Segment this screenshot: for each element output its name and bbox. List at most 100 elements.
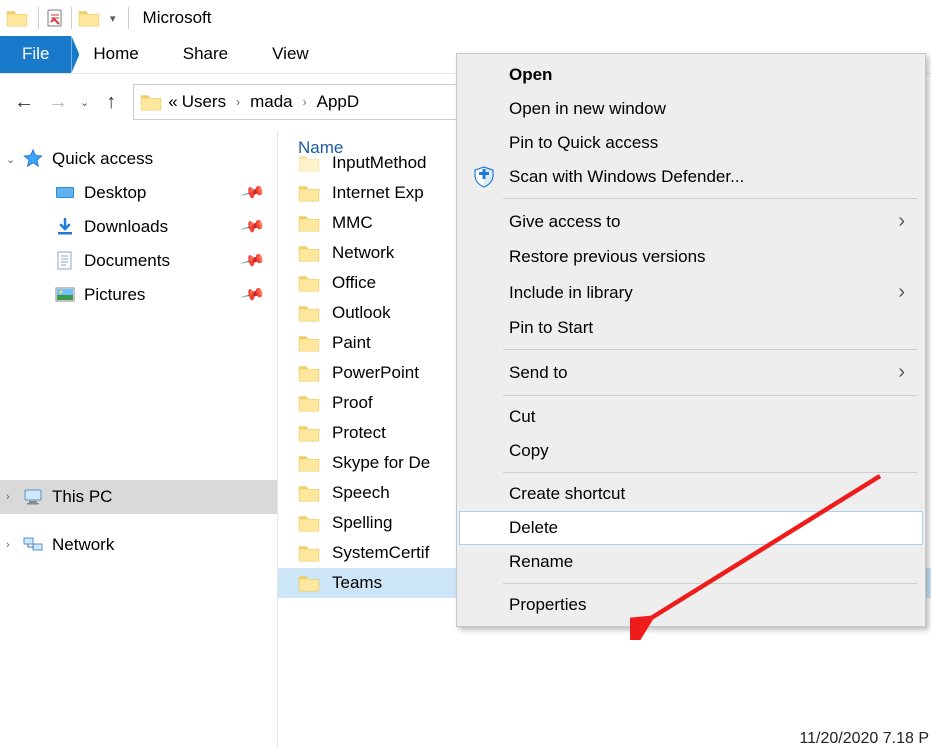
sidebar-label: Desktop xyxy=(84,183,146,203)
sidebar-label: Downloads xyxy=(84,217,168,237)
this-pc-icon xyxy=(22,488,44,506)
sidebar-item-network[interactable]: › Network xyxy=(0,528,277,562)
separator xyxy=(503,472,917,473)
tab-file[interactable]: File xyxy=(0,36,71,73)
folder-icon xyxy=(298,184,320,202)
sidebar-label: Documents xyxy=(84,251,170,271)
nav-forward-icon[interactable]: → xyxy=(46,91,70,114)
desktop-icon xyxy=(54,185,76,201)
sidebar-item-documents[interactable]: Documents 📌 xyxy=(0,244,277,278)
separator xyxy=(503,198,917,199)
ctx-properties[interactable]: Properties xyxy=(459,588,923,622)
folder-icon xyxy=(298,334,320,352)
ctx-restore-versions[interactable]: Restore previous versions xyxy=(459,240,923,274)
file-name: InputMethod xyxy=(332,153,427,173)
folder-icon xyxy=(298,364,320,382)
tab-home[interactable]: Home xyxy=(71,36,160,73)
ctx-open[interactable]: Open xyxy=(459,58,923,92)
ctx-copy[interactable]: Copy xyxy=(459,434,923,468)
chevron-right-icon: › xyxy=(898,281,905,304)
file-name: Skype for De xyxy=(332,453,430,473)
sidebar-item-desktop[interactable]: Desktop 📌 xyxy=(0,176,277,210)
file-name: PowerPoint xyxy=(332,363,419,383)
separator xyxy=(38,7,39,29)
separator xyxy=(503,349,917,350)
file-name: Paint xyxy=(332,333,371,353)
sidebar-item-downloads[interactable]: Downloads 📌 xyxy=(0,210,277,244)
separator xyxy=(503,583,917,584)
ctx-open-new-window[interactable]: Open in new window xyxy=(459,92,923,126)
ctx-cut[interactable]: Cut xyxy=(459,400,923,434)
sidebar-item-quick-access[interactable]: ⌄ Quick access xyxy=(0,142,277,176)
ctx-include-library[interactable]: Include in library› xyxy=(459,274,923,311)
window-title: Microsoft xyxy=(143,8,212,28)
separator xyxy=(71,7,72,29)
downloads-icon xyxy=(54,218,76,236)
separator xyxy=(128,7,129,29)
caret-down-icon[interactable]: ⌄ xyxy=(6,153,15,166)
breadcrumb-folder-icon xyxy=(140,93,162,111)
qat-properties-icon[interactable] xyxy=(45,8,65,28)
file-name: Network xyxy=(332,243,394,263)
sidebar: ⌄ Quick access Desktop 📌 Downloads 📌 Doc… xyxy=(0,130,278,748)
breadcrumb-seg-appdata[interactable]: AppD xyxy=(317,92,360,112)
pin-icon: 📌 xyxy=(239,213,266,240)
separator xyxy=(503,395,917,396)
ctx-delete[interactable]: Delete xyxy=(459,511,923,545)
file-name: Outlook xyxy=(332,303,391,323)
context-menu: Open Open in new window Pin to Quick acc… xyxy=(456,53,926,627)
shield-icon xyxy=(471,164,497,190)
app-folder-icon xyxy=(6,9,28,27)
sidebar-label: This PC xyxy=(52,487,112,507)
qat-dropdown-icon[interactable]: ▾ xyxy=(110,12,116,25)
chevron-right-icon[interactable]: › xyxy=(303,95,307,109)
tab-view[interactable]: View xyxy=(250,36,331,73)
folder-icon xyxy=(298,304,320,322)
sidebar-label: Quick access xyxy=(52,149,153,169)
file-name: MMC xyxy=(332,213,373,233)
pin-icon: 📌 xyxy=(239,281,266,308)
ctx-scan-defender[interactable]: Scan with Windows Defender... xyxy=(459,160,923,194)
nav-up-icon[interactable]: ↑ xyxy=(99,91,123,114)
folder-icon xyxy=(298,574,320,592)
breadcrumb-seg-mada[interactable]: mada xyxy=(250,92,293,112)
file-name: Teams xyxy=(332,573,382,593)
breadcrumb-overflow[interactable]: « xyxy=(168,92,177,112)
ctx-pin-start[interactable]: Pin to Start xyxy=(459,311,923,345)
pin-icon: 📌 xyxy=(239,179,266,206)
ctx-give-access-to[interactable]: Give access to› xyxy=(459,203,923,240)
folder-icon xyxy=(298,454,320,472)
folder-icon xyxy=(298,514,320,532)
ctx-pin-quick-access[interactable]: Pin to Quick access xyxy=(459,126,923,160)
ctx-send-to[interactable]: Send to› xyxy=(459,354,923,391)
chevron-right-icon: › xyxy=(898,361,905,384)
folder-icon xyxy=(298,424,320,442)
date-modified-fragment: 11/20/2020 7.18 P xyxy=(799,730,929,748)
documents-icon xyxy=(54,251,76,271)
file-name: Internet Exp xyxy=(332,183,424,203)
caret-right-icon[interactable]: › xyxy=(6,491,10,503)
nav-history-dropdown-icon[interactable]: ⌄ xyxy=(80,96,89,109)
caret-right-icon[interactable]: › xyxy=(6,539,10,551)
folder-icon xyxy=(298,484,320,502)
sidebar-item-pictures[interactable]: Pictures 📌 xyxy=(0,278,277,312)
titlebar: ▾ Microsoft xyxy=(0,0,931,36)
folder-icon xyxy=(298,544,320,562)
sidebar-item-this-pc[interactable]: › This PC xyxy=(0,480,277,514)
ctx-create-shortcut[interactable]: Create shortcut xyxy=(459,477,923,511)
file-name: Protect xyxy=(332,423,386,443)
sidebar-label: Network xyxy=(52,535,114,555)
pin-icon: 📌 xyxy=(239,247,266,274)
file-name: Spelling xyxy=(332,513,393,533)
nav-back-icon[interactable]: ← xyxy=(12,91,36,114)
file-name: SystemCertif xyxy=(332,543,429,563)
star-icon xyxy=(22,149,44,169)
chevron-right-icon[interactable]: › xyxy=(236,95,240,109)
sidebar-label: Pictures xyxy=(84,285,145,305)
breadcrumb-seg-users[interactable]: Users xyxy=(182,92,226,112)
qat-open-icon[interactable] xyxy=(78,9,100,27)
network-icon xyxy=(22,536,44,554)
ctx-rename[interactable]: Rename xyxy=(459,545,923,579)
file-name: Proof xyxy=(332,393,373,413)
tab-share[interactable]: Share xyxy=(161,36,250,73)
